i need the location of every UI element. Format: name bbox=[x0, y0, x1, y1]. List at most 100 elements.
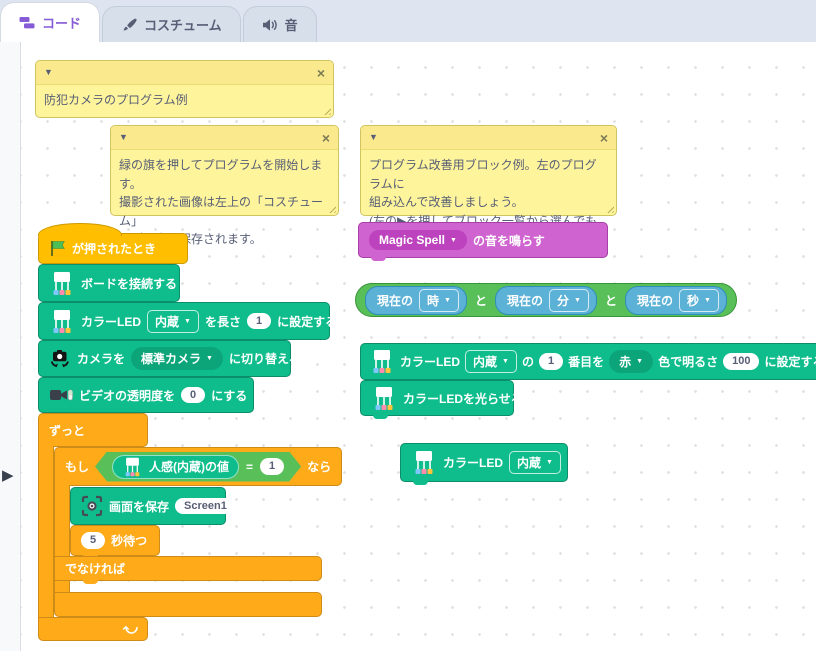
tab-bar: コード コスチューム 音 bbox=[0, 0, 816, 42]
comment-header: ▼ × bbox=[36, 61, 333, 85]
comment-line: 緑の旗を押してプログラムを開始します。 bbox=[119, 156, 330, 193]
forever-block[interactable]: ずっと bbox=[38, 413, 148, 447]
brush-icon bbox=[121, 17, 137, 33]
block-label: にする bbox=[211, 387, 247, 404]
comment-header: ▼ × bbox=[361, 126, 616, 150]
tab-sounds[interactable]: 音 bbox=[243, 6, 317, 42]
block-label: でなければ bbox=[65, 560, 125, 577]
chevron-down-icon: ▼ bbox=[502, 358, 509, 365]
if-else-bottom-bar[interactable] bbox=[54, 592, 322, 617]
wait-seconds-block[interactable]: 5 秒待つ bbox=[70, 525, 160, 556]
dropdown-value: 内蔵 bbox=[155, 313, 179, 330]
comment-collapse-icon[interactable]: ▼ bbox=[44, 68, 53, 77]
screen-name-input[interactable]: Screen1 bbox=[175, 498, 236, 514]
block-label: カラーLED bbox=[81, 313, 141, 330]
current-minute-reporter[interactable]: 現在の 分▼ bbox=[495, 286, 597, 315]
wait-seconds-input[interactable]: 5 bbox=[81, 532, 105, 548]
block-label: の音を鳴らす bbox=[473, 232, 545, 249]
when-flag-clicked-block[interactable]: が押されたとき bbox=[38, 233, 188, 264]
block-label: カラーLED bbox=[400, 353, 460, 370]
code-blocks-icon bbox=[19, 16, 35, 30]
comment-header: ▼ × bbox=[111, 126, 338, 150]
compare-value-input[interactable]: 1 bbox=[260, 458, 284, 474]
led-setup-block[interactable]: カラーLED 内蔵▼ を長さ 1 に設定する bbox=[38, 302, 330, 340]
block-label: カメラを bbox=[77, 350, 125, 367]
block-label: に設定する bbox=[277, 313, 337, 330]
else-label-bar[interactable]: でなければ bbox=[54, 556, 322, 581]
chevron-down-icon: ▼ bbox=[636, 358, 643, 365]
palette-expand-icon[interactable]: ▶ bbox=[2, 468, 14, 483]
green-flag-icon bbox=[49, 240, 66, 257]
else-block-arm bbox=[54, 581, 70, 592]
comment-close-icon[interactable]: × bbox=[317, 66, 325, 80]
camera-select-dropdown[interactable]: 標準カメラ▼ bbox=[131, 347, 223, 370]
led-port-dropdown[interactable]: 内蔵 ▼ bbox=[147, 310, 199, 333]
tab-code-label: コード bbox=[42, 13, 81, 32]
led-length-input[interactable]: 1 bbox=[247, 313, 271, 329]
block-label: もし bbox=[65, 458, 89, 475]
led-set-color-block[interactable]: カラーLED 内蔵▼ の 1 番目を 赤▼ 色で明るさ 100 に設定する bbox=[360, 343, 816, 380]
led-turn-off-block[interactable]: カラーLED 内蔵▼ を消す bbox=[400, 443, 568, 482]
comment-close-icon[interactable]: × bbox=[322, 131, 330, 145]
comment-program-howto[interactable]: ▼ × 緑の旗を押してプログラムを開始します。 撮影された画像は左上の「コスチュ… bbox=[110, 125, 339, 216]
comment-improvement-blocks[interactable]: ▼ × プログラム改善用ブロック例。左のプログラムに 組み込んで改善しましょう。… bbox=[360, 125, 617, 216]
connect-board-block[interactable]: ボードを接続する bbox=[38, 264, 180, 302]
chevron-down-icon: ▼ bbox=[546, 459, 553, 466]
chevron-down-icon: ▼ bbox=[574, 297, 581, 304]
comment-close-icon[interactable]: × bbox=[600, 131, 608, 145]
block-label: 秒待つ bbox=[111, 532, 147, 549]
block-label: を長さ bbox=[205, 313, 241, 330]
block-label: を消す bbox=[567, 454, 603, 471]
camera-rotate-icon bbox=[49, 349, 71, 369]
led-index-input[interactable]: 1 bbox=[539, 353, 563, 369]
reporter-label: 現在の bbox=[637, 292, 673, 309]
comment-collapse-icon[interactable]: ▼ bbox=[369, 133, 378, 142]
chevron-down-icon: ▼ bbox=[450, 237, 457, 244]
comment-program-title[interactable]: ▼ × 防犯カメラのプログラム例 bbox=[35, 60, 334, 118]
current-hour-reporter[interactable]: 現在の 時▼ bbox=[365, 286, 467, 315]
chevron-down-icon: ▼ bbox=[184, 318, 191, 325]
if-block-arm bbox=[54, 485, 70, 557]
block-label: に設定する bbox=[764, 353, 816, 370]
if-else-block[interactable]: もし 人感(内蔵)の値 = 1 なら bbox=[54, 447, 342, 486]
tab-code[interactable]: コード bbox=[0, 2, 100, 42]
led-board-icon bbox=[49, 309, 75, 334]
dropdown-value: 秒 bbox=[687, 292, 699, 309]
comment-text[interactable]: 防犯カメラのプログラム例 bbox=[36, 85, 333, 116]
dropdown-value: Magic Spell bbox=[379, 233, 445, 247]
video-transparency-block[interactable]: ビデオの透明度を 0 にする bbox=[38, 377, 254, 413]
block-label: ビデオの透明度を bbox=[79, 387, 175, 404]
forever-block-arm bbox=[38, 446, 54, 617]
join-current-time-block[interactable]: 現在の 時▼ と 現在の 分▼ と 現在の 秒▼ bbox=[355, 283, 737, 317]
time-unit-dropdown[interactable]: 秒▼ bbox=[679, 289, 719, 312]
block-label: と bbox=[605, 292, 617, 309]
led-brightness-input[interactable]: 100 bbox=[723, 353, 759, 369]
tab-costumes[interactable]: コスチューム bbox=[102, 6, 241, 42]
camera-switch-block[interactable]: カメラを 標準カメラ▼ に切り替える bbox=[38, 340, 291, 377]
led-light-up-block[interactable]: カラーLEDを光らせる bbox=[360, 380, 514, 416]
save-screen-block[interactable]: 画面を保存 Screen1 bbox=[70, 487, 226, 525]
comment-collapse-icon[interactable]: ▼ bbox=[119, 133, 128, 142]
pir-sensor-value-reporter[interactable]: 人感(内蔵)の値 bbox=[112, 455, 239, 479]
dropdown-value: 分 bbox=[557, 292, 569, 309]
time-unit-dropdown[interactable]: 分▼ bbox=[549, 289, 589, 312]
equals-condition-block[interactable]: 人感(内蔵)の値 = 1 bbox=[95, 452, 301, 482]
block-label: カラーLED bbox=[443, 454, 503, 471]
led-port-dropdown[interactable]: 内蔵 ▼ bbox=[465, 350, 517, 373]
transparency-input[interactable]: 0 bbox=[181, 387, 205, 403]
forever-bottom-bar[interactable]: ⤾ bbox=[38, 617, 148, 641]
sound-select-dropdown[interactable]: Magic Spell ▼ bbox=[369, 230, 467, 250]
led-board-icon bbox=[49, 271, 75, 296]
play-sound-block[interactable]: Magic Spell ▼ の音を鳴らす bbox=[358, 222, 608, 258]
loop-arrow-icon: ⤾ bbox=[122, 620, 140, 638]
reporter-label: 人感(内蔵)の値 bbox=[149, 458, 229, 475]
time-unit-dropdown[interactable]: 時▼ bbox=[419, 289, 459, 312]
led-color-dropdown[interactable]: 赤▼ bbox=[609, 350, 653, 373]
current-second-reporter[interactable]: 現在の 秒▼ bbox=[625, 286, 727, 315]
block-editor: コード コスチューム 音 ▶ ▼ × 防犯カメラのプログラム例 ▼ × 緑の旗を… bbox=[0, 0, 816, 651]
dropdown-value: 内蔵 bbox=[473, 353, 497, 370]
dropdown-value: 時 bbox=[427, 292, 439, 309]
speaker-icon bbox=[262, 18, 278, 32]
reporter-label: 現在の bbox=[377, 292, 413, 309]
led-port-dropdown[interactable]: 内蔵▼ bbox=[509, 451, 561, 474]
